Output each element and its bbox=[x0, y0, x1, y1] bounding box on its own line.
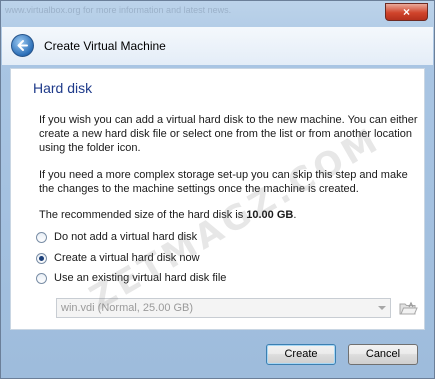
dialog-header: Create Virtual Machine bbox=[2, 27, 433, 65]
cancel-button[interactable]: Cancel bbox=[348, 344, 418, 365]
option-use-existing[interactable]: Use an existing virtual hard disk file bbox=[36, 271, 226, 285]
recommended-size-value: 10.00 GB bbox=[246, 209, 294, 221]
title-bar[interactable]: × bbox=[1, 1, 434, 27]
chevron-down-icon bbox=[378, 306, 386, 310]
recommended-prefix: The recommended size of the hard disk is bbox=[39, 209, 247, 221]
back-button[interactable] bbox=[11, 34, 34, 57]
close-icon: × bbox=[402, 5, 410, 19]
back-arrow-icon bbox=[17, 40, 28, 51]
recommended-size-text: The recommended size of the hard disk is… bbox=[39, 208, 419, 222]
content-panel: Hard disk If you wish you can add a virt… bbox=[10, 68, 425, 330]
close-button[interactable]: × bbox=[385, 3, 428, 21]
create-vm-dialog: www.virtualbox.org for more information … bbox=[0, 0, 435, 379]
page-title: Hard disk bbox=[33, 80, 93, 96]
option-use-existing-label: Use an existing virtual hard disk file bbox=[54, 272, 227, 284]
existing-disk-value: win.vdi (Normal, 25.00 GB) bbox=[61, 302, 194, 314]
intro-paragraph: If you wish you can add a virtual hard d… bbox=[39, 114, 418, 154]
option-no-disk[interactable]: Do not add a virtual hard disk bbox=[36, 230, 197, 244]
option-create-now[interactable]: Create a virtual hard disk now bbox=[36, 251, 200, 265]
choose-disk-file-button[interactable] bbox=[398, 298, 418, 318]
storage-paragraph: If you need a more complex storage set-u… bbox=[39, 169, 408, 195]
recommended-suffix: . bbox=[293, 209, 297, 221]
existing-disk-select[interactable]: win.vdi (Normal, 25.00 GB) bbox=[56, 298, 391, 318]
window-title: Create Virtual Machine bbox=[44, 39, 166, 53]
option-no-disk-label: Do not add a virtual hard disk bbox=[54, 231, 198, 243]
folder-open-icon bbox=[399, 301, 418, 315]
option-create-now-label: Create a virtual hard disk now bbox=[54, 252, 200, 264]
create-button[interactable]: Create bbox=[266, 344, 336, 365]
radio-no-disk[interactable] bbox=[36, 231, 47, 243]
radio-create-now[interactable] bbox=[36, 252, 47, 264]
radio-use-existing[interactable] bbox=[36, 272, 47, 284]
